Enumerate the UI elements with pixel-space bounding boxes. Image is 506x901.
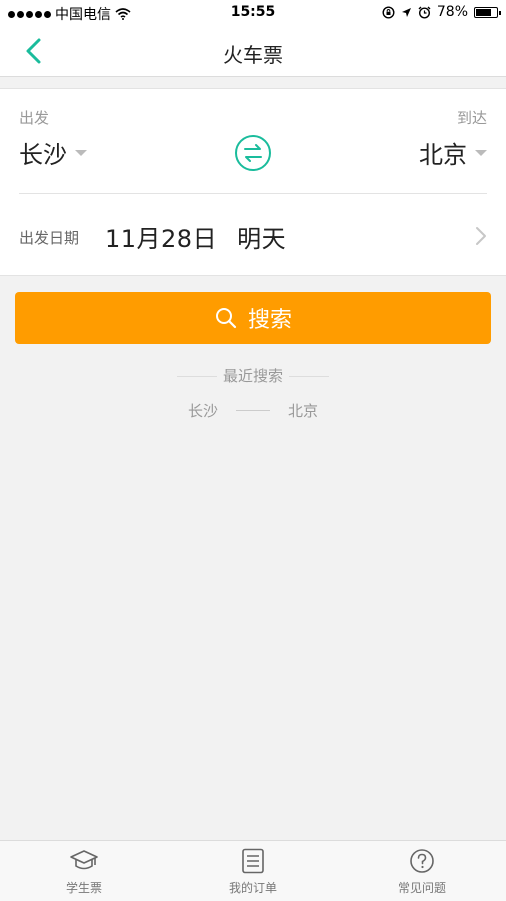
rotation-lock-icon bbox=[382, 5, 395, 19]
from-city-name: 长沙 bbox=[19, 141, 67, 169]
chevron-right-icon[interactable] bbox=[474, 225, 488, 247]
caret-down-icon bbox=[475, 149, 487, 156]
date-text: 11月28日 bbox=[105, 225, 218, 253]
location-arrow-icon bbox=[401, 7, 411, 17]
date-selector[interactable]: 11月28日 明天 bbox=[105, 219, 286, 254]
graduation-cap-icon bbox=[70, 850, 98, 870]
status-bar: 中国电信 15:55 78% bbox=[0, 0, 506, 26]
tab-bar: 学生票 我的订单 常见问题 bbox=[0, 840, 506, 901]
day-text: 明天 bbox=[237, 225, 287, 253]
from-city-selector[interactable]: 长沙 bbox=[19, 135, 87, 170]
recent-search-title: 最近搜索 bbox=[0, 365, 506, 386]
trip-card: 出发 到达 长沙 北京 出发日期 11月28日 明天 bbox=[0, 88, 506, 276]
swap-cities-icon[interactable] bbox=[234, 134, 272, 172]
page-title: 火车票 bbox=[223, 43, 283, 67]
divider bbox=[289, 376, 329, 377]
caret-down-icon bbox=[75, 149, 87, 156]
tab-student-ticket[interactable]: 学生票 bbox=[0, 841, 168, 901]
tab-label: 常见问题 bbox=[397, 881, 446, 895]
from-label: 出发 bbox=[19, 109, 50, 127]
route-dash bbox=[236, 410, 270, 411]
battery-icon bbox=[474, 6, 501, 18]
alarm-icon bbox=[418, 6, 431, 19]
nav-bar: 火车票 bbox=[0, 26, 506, 77]
recent-from: 长沙 bbox=[187, 402, 218, 420]
search-button[interactable]: 搜索 bbox=[15, 292, 491, 344]
battery-fill bbox=[476, 8, 491, 16]
order-list-icon bbox=[242, 848, 264, 874]
status-right: 78% bbox=[382, 4, 501, 20]
tab-faq[interactable]: 常见问题 bbox=[338, 841, 506, 901]
date-label: 出发日期 bbox=[19, 229, 80, 247]
to-city-name: 北京 bbox=[419, 141, 467, 169]
recent-to: 北京 bbox=[288, 402, 319, 420]
divider bbox=[176, 376, 217, 377]
tab-label: 我的订单 bbox=[228, 881, 277, 895]
to-city-selector[interactable]: 北京 bbox=[419, 135, 487, 170]
tab-my-orders[interactable]: 我的订单 bbox=[169, 841, 337, 901]
search-icon bbox=[215, 308, 237, 329]
question-icon bbox=[410, 849, 434, 873]
to-label: 到达 bbox=[456, 109, 487, 127]
battery-percent: 78% bbox=[436, 4, 468, 20]
tab-label: 学生票 bbox=[65, 881, 102, 895]
recent-title-text: 最近搜索 bbox=[222, 367, 283, 385]
search-button-label: 搜索 bbox=[247, 308, 292, 333]
divider bbox=[19, 193, 487, 194]
recent-search-item[interactable]: 长沙 北京 bbox=[0, 400, 506, 421]
